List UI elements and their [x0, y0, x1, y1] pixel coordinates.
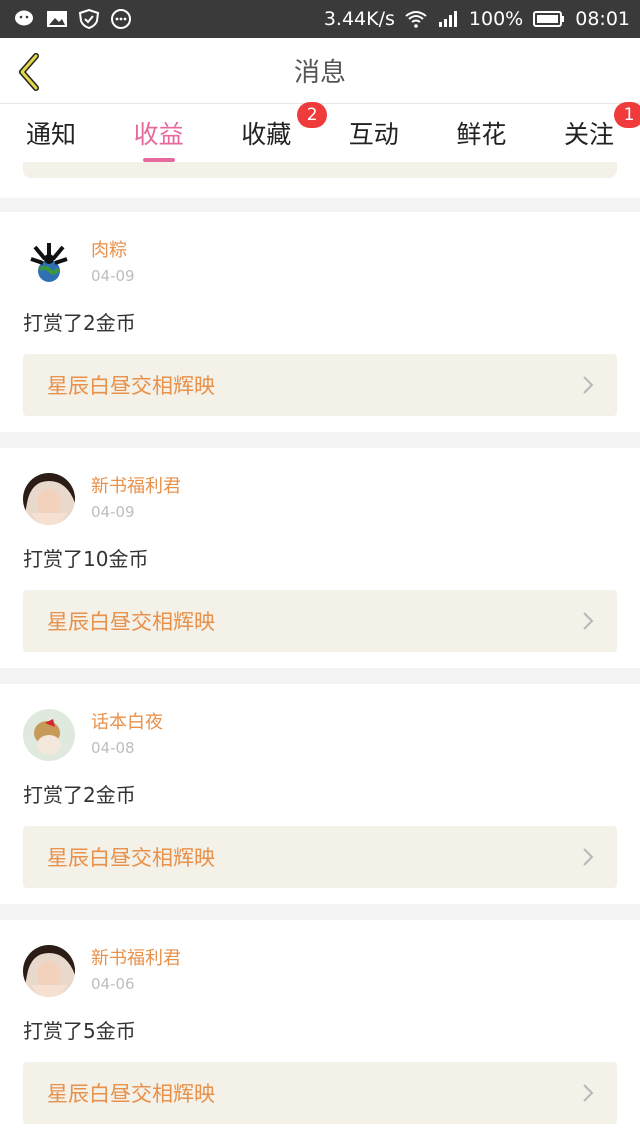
more-icon	[111, 9, 131, 29]
message-date: 04-06	[91, 975, 135, 993]
book-title: 星辰白昼交相辉映	[47, 610, 215, 634]
battery-percent: 100%	[468, 8, 524, 30]
message-list: 肉粽 04-09 打赏了2金币 星辰白昼交相辉映 新书福利君 04-09 打赏了…	[0, 212, 640, 1138]
list-item: 新书福利君 04-06 打赏了5金币 星辰白昼交相辉映	[0, 920, 640, 1138]
tab-following[interactable]: 关注 1	[563, 102, 640, 162]
book-link[interactable]: 星辰白昼交相辉映	[23, 1062, 617, 1124]
chevron-right-icon	[583, 848, 594, 866]
tab-notice[interactable]: 通知	[26, 104, 76, 162]
wechat-icon	[15, 10, 33, 26]
user-row[interactable]: 肉粽 04-09	[23, 234, 617, 292]
user-name[interactable]: 话本白夜	[91, 711, 163, 735]
message-text: 打赏了5金币	[23, 1019, 136, 1043]
tab-interaction[interactable]: 互动	[349, 104, 399, 162]
list-item: 话本白夜 04-08 打赏了2金币 星辰白昼交相辉映	[0, 684, 640, 904]
book-title: 星辰白昼交相辉映	[47, 1082, 215, 1106]
message-text: 打赏了2金币	[23, 311, 136, 335]
header: 消息	[0, 38, 640, 104]
back-arrow-icon[interactable]	[14, 52, 46, 92]
unread-badge: 2	[297, 102, 328, 128]
signal-icon	[438, 11, 457, 27]
tab-label: 通知	[26, 120, 77, 149]
book-title: 星辰白昼交相辉映	[47, 374, 215, 398]
user-name[interactable]: 新书福利君	[91, 947, 181, 971]
user-row[interactable]: 新书福利君 04-09	[23, 470, 617, 528]
clock: 08:01	[575, 8, 630, 30]
status-bar: 3.44K/s 100% 08:01	[0, 0, 640, 38]
active-tab-indicator	[142, 158, 175, 162]
shield-icon	[78, 9, 100, 29]
chevron-right-icon	[583, 1084, 594, 1102]
tab-label: 互动	[348, 120, 399, 149]
book-title: 星辰白昼交相辉映	[47, 846, 215, 870]
list-item: 肉粽 04-09 打赏了2金币 星辰白昼交相辉映	[0, 212, 640, 432]
avatar[interactable]	[23, 709, 75, 761]
chevron-right-icon	[583, 612, 594, 630]
tab-label: 收益	[133, 120, 184, 149]
avatar[interactable]	[23, 473, 75, 525]
user-row[interactable]: 新书福利君 04-06	[23, 942, 617, 1000]
user-name[interactable]: 肉粽	[91, 239, 135, 263]
avatar[interactable]	[23, 237, 75, 289]
wifi-icon	[405, 11, 427, 28]
chevron-right-icon	[583, 376, 594, 394]
gallery-icon	[47, 11, 67, 27]
book-link[interactable]: 星辰白昼交相辉映	[23, 590, 617, 652]
list-item: 新书福利君 04-09 打赏了10金币 星辰白昼交相辉映	[0, 448, 640, 668]
avatar[interactable]	[23, 945, 75, 997]
message-date: 04-09	[91, 267, 135, 285]
book-link[interactable]: 星辰白昼交相辉映	[23, 354, 617, 416]
battery-icon	[533, 11, 565, 27]
message-text: 打赏了10金币	[23, 547, 149, 571]
user-name[interactable]: 新书福利君	[91, 475, 181, 499]
user-row[interactable]: 话本白夜 04-08	[23, 706, 617, 764]
network-speed: 3.44K/s	[323, 8, 395, 30]
tab-earnings[interactable]: 收益	[134, 104, 184, 162]
tab-label: 鲜花	[456, 120, 507, 149]
unread-badge: 1	[613, 102, 640, 128]
message-text: 打赏了2金币	[23, 783, 136, 807]
tab-bar: 通知 收益 收藏 2 互动 鲜花 关注 1	[0, 102, 640, 162]
tab-label: 收藏	[241, 120, 292, 149]
tab-label: 关注	[563, 120, 614, 149]
tab-flowers[interactable]: 鲜花	[456, 104, 506, 162]
message-date: 04-09	[91, 503, 135, 521]
message-date: 04-08	[91, 739, 135, 757]
book-link[interactable]: 星辰白昼交相辉映	[23, 826, 617, 888]
previous-card-fragment	[0, 162, 640, 198]
tab-favorites[interactable]: 收藏 2	[241, 102, 328, 162]
page-title: 消息	[293, 58, 346, 88]
